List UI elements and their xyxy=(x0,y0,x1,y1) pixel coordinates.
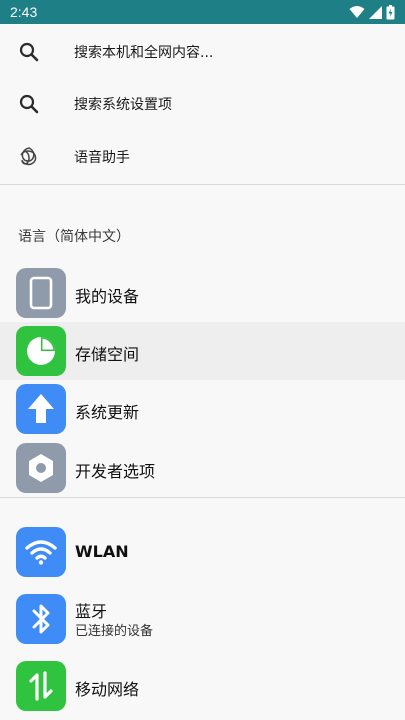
setting-system-update[interactable]: 系统更新 xyxy=(0,380,405,438)
setting-subtitle: 已连接的设备 xyxy=(75,624,154,639)
setting-title: 蓝牙 xyxy=(75,602,108,621)
hexagon-nut-icon xyxy=(16,443,66,493)
phone-device-icon xyxy=(16,268,66,318)
search-settings-label: 搜索系统设置项 xyxy=(74,97,172,113)
setting-mobile-network[interactable]: 移动网络 xyxy=(0,657,405,715)
wifi-icon xyxy=(16,527,66,577)
setting-storage[interactable]: 存储空间 xyxy=(0,322,405,380)
voice-assistant-icon xyxy=(20,147,37,166)
voice-assistant-label: 语音助手 xyxy=(74,150,130,166)
search-all-label: 搜索本机和全网内容... xyxy=(74,45,214,61)
search-all-row[interactable]: 搜索本机和全网内容... xyxy=(0,28,405,76)
data-arrows-icon xyxy=(16,661,66,711)
status-time: 2:43 xyxy=(10,4,38,20)
setting-title: 移动网络 xyxy=(75,680,140,699)
wifi-icon xyxy=(349,6,365,18)
setting-title: 系统更新 xyxy=(75,403,140,422)
setting-bluetooth[interactable]: 蓝牙 已连接的设备 xyxy=(0,590,405,648)
battery-charging-icon xyxy=(386,4,395,19)
setting-developer-options[interactable]: 开发者选项 xyxy=(0,439,405,497)
cell-signal-icon xyxy=(369,5,382,19)
status-icons xyxy=(349,4,395,20)
divider xyxy=(0,497,405,498)
setting-title: 开发者选项 xyxy=(75,462,156,481)
language-setting[interactable]: 语言（简体中文） xyxy=(18,226,130,246)
bluetooth-icon xyxy=(16,594,66,644)
divider xyxy=(0,184,405,185)
pie-chart-icon xyxy=(16,326,66,376)
setting-title: 存储空间 xyxy=(75,345,140,364)
setting-wlan[interactable]: WLAN xyxy=(0,523,405,581)
status-bar: 2:43 xyxy=(0,0,405,24)
setting-title: WLAN xyxy=(75,542,129,561)
search-icon xyxy=(19,94,39,114)
setting-my-device[interactable]: 我的设备 xyxy=(0,264,405,322)
voice-assistant-row[interactable]: 语音助手 xyxy=(0,133,405,181)
search-settings-row[interactable]: 搜索系统设置项 xyxy=(0,80,405,128)
search-icon xyxy=(19,42,39,62)
setting-title: 我的设备 xyxy=(75,287,140,306)
arrow-up-icon xyxy=(16,384,66,434)
